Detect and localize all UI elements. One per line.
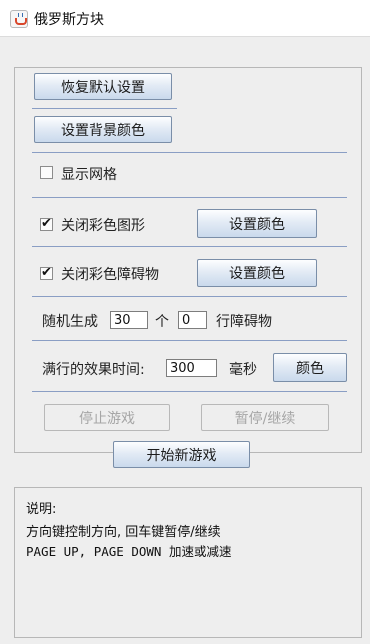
checkmark-icon: ✔ xyxy=(41,265,52,280)
obstacle-rows-input[interactable] xyxy=(178,311,207,329)
restore-defaults-button[interactable]: 恢复默认设置 xyxy=(34,73,172,100)
help-heading: 说明: xyxy=(26,502,57,517)
separator xyxy=(32,108,177,109)
disable-color-shapes-label: 关闭彩色图形 xyxy=(61,218,145,234)
disable-color-shapes-checkbox[interactable]: ✔ xyxy=(40,216,53,231)
separator xyxy=(32,340,347,341)
clear-effect-label: 满行的效果时间: xyxy=(42,362,145,378)
clear-effect-color-button[interactable]: 颜色 xyxy=(273,353,347,382)
show-grid-label: 显示网格 xyxy=(61,167,117,183)
help-panel xyxy=(14,487,362,638)
separator xyxy=(32,391,347,392)
separator xyxy=(32,296,347,297)
set-obstacle-color-button[interactable]: 设置颜色 xyxy=(197,259,317,287)
title-bar: 俄罗斯方块 xyxy=(0,0,370,37)
help-line-controls: 方向键控制方向, 回车键暂停/继续 xyxy=(26,525,221,540)
stop-game-button[interactable]: 停止游戏 xyxy=(44,404,170,431)
separator xyxy=(32,197,347,198)
disable-color-obstacles-checkbox[interactable]: ✔ xyxy=(40,265,53,280)
separator xyxy=(32,246,347,247)
new-game-button[interactable]: 开始新游戏 xyxy=(113,441,250,468)
set-shape-color-button[interactable]: 设置颜色 xyxy=(197,209,317,238)
pause-resume-button[interactable]: 暂停/继续 xyxy=(201,404,329,431)
set-background-color-button[interactable]: 设置背景颜色 xyxy=(34,116,172,143)
checkmark-icon: ✔ xyxy=(41,216,52,231)
separator xyxy=(32,152,347,153)
obstacle-count-input[interactable] xyxy=(110,311,148,329)
window-title: 俄罗斯方块 xyxy=(34,12,104,28)
count-unit-label: 个 xyxy=(155,314,169,330)
help-line-speed: PAGE UP, PAGE DOWN 加速或减速 xyxy=(26,544,232,559)
milliseconds-unit-label: 毫秒 xyxy=(229,362,257,378)
disable-color-obstacles-label: 关闭彩色障碍物 xyxy=(61,267,159,283)
rows-suffix-label: 行障碍物 xyxy=(216,314,272,330)
java-cup-icon xyxy=(10,10,28,28)
show-grid-checkbox[interactable] xyxy=(40,166,53,179)
random-gen-prefix-label: 随机生成 xyxy=(42,314,98,330)
clear-effect-time-input[interactable] xyxy=(166,359,217,377)
